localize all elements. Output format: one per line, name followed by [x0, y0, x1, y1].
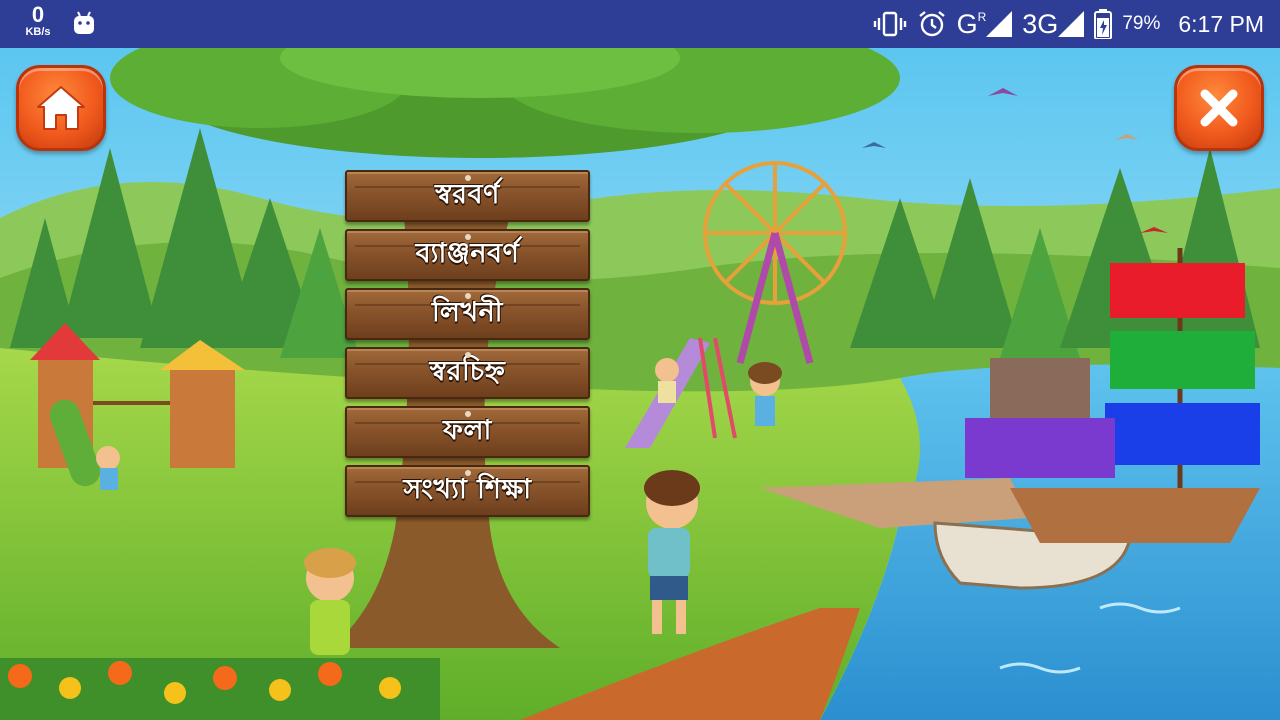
- menu-item-label: লিখনী: [432, 296, 503, 328]
- android-icon: [74, 11, 94, 34]
- signal-2: 3G: [1022, 8, 1085, 40]
- battery-percent: 79%: [1122, 13, 1161, 34]
- network-speed: 0 KB/s: [18, 4, 58, 38]
- alarm-icon: [918, 11, 945, 37]
- menu-item-numbers[interactable]: সংখ্যা শিক্ষা: [345, 465, 590, 517]
- playground-scene: [0, 48, 1280, 720]
- menu-item-fola[interactable]: ফলা: [345, 406, 590, 458]
- network-speed-value: 0: [31, 2, 45, 27]
- signal-bars-icon: [986, 11, 1013, 37]
- signal-bars-icon: [1058, 11, 1085, 37]
- menu-item-label: ফলা: [443, 414, 492, 446]
- scene-illustration: [0, 48, 1280, 720]
- menu-item-label: স্বরবর্ণ: [435, 178, 500, 210]
- home-icon: [37, 86, 85, 130]
- battery-charging-icon: [1094, 9, 1113, 39]
- menu-item-vowel-signs[interactable]: স্বরচিহ্ন: [345, 347, 590, 399]
- home-button[interactable]: [16, 65, 106, 151]
- menu-item-vowels[interactable]: স্বরবর্ণ: [345, 170, 590, 222]
- status-bar: 0 KB/s G R 3G 79% 6:17 PM: [0, 0, 1280, 48]
- menu-item-label: স্বরচিহ্ন: [429, 355, 506, 387]
- signal-1: G R: [957, 9, 1013, 40]
- network-speed-unit: KB/s: [25, 26, 51, 38]
- lesson-menu: স্বরবর্ণ ব্যাঞ্জনবর্ণ লিখনী স্বরচিহ্ন ফল…: [345, 170, 590, 524]
- menu-item-label: সংখ্যা শিক্ষা: [403, 473, 532, 505]
- menu-item-writing[interactable]: লিখনী: [345, 288, 590, 340]
- signal-2-label: 3G: [1022, 8, 1059, 39]
- vibrate-icon: [873, 11, 906, 37]
- signal-1-sup: R: [977, 10, 987, 24]
- menu-item-label: ব্যাঞ্জনবর্ণ: [415, 237, 520, 269]
- clock-time: 6:17 PM: [1178, 10, 1264, 37]
- close-button[interactable]: [1174, 65, 1264, 151]
- close-icon: [1200, 89, 1238, 127]
- flower-bed: [0, 658, 440, 720]
- signal-1-label: G: [956, 8, 978, 39]
- menu-item-consonants[interactable]: ব্যাঞ্জনবর্ণ: [345, 229, 590, 281]
